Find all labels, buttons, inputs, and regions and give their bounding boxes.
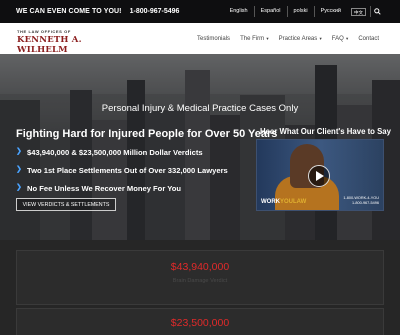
lang-espanol[interactable]: Español (253, 6, 287, 17)
verdict-card[interactable]: $43,940,000 Brain Damage Verdict (16, 250, 384, 305)
chevron-right-icon: ❯ (16, 148, 22, 155)
play-icon[interactable] (308, 165, 330, 187)
verdict-amount: $23,500,000 (170, 317, 230, 329)
lang-english[interactable]: English (224, 6, 254, 17)
menu-practice-areas[interactable]: Practice Areas ▾ (274, 36, 327, 42)
menu-testimonials[interactable]: Testimonials (192, 36, 235, 42)
video-brand: WORKYOULAW (261, 199, 307, 205)
logo-line2: KENNETH A. WILHELM (17, 35, 82, 55)
main-menu: Testimonials The Firm ▾ Practice Areas ▾… (192, 23, 384, 54)
main-header: THE LAW OFFICES OF KENNETH A. WILHELM Te… (0, 23, 400, 58)
chevron-down-icon: ▾ (344, 35, 349, 41)
hero-title: Personal Injury & Medical Practice Cases… (101, 103, 299, 114)
list-item: ❯ Two 1st Place Settlements Out of Over … (16, 165, 228, 175)
top-bar: WE CAN EVEN COME TO YOU! 1-800-967-5496 … (0, 0, 400, 23)
phone-link[interactable]: 1-800-967-5496 (130, 8, 180, 15)
logo-line1: THE LAW OFFICES OF (17, 29, 71, 34)
chevron-right-icon: ❯ (16, 184, 22, 191)
chevron-down-icon: ▾ (265, 35, 269, 41)
menu-contact[interactable]: Contact (353, 36, 384, 42)
promo-text: WE CAN EVEN COME TO YOU! (16, 8, 122, 15)
verdicts-section: $43,940,000 Brain Damage Verdict $23,500… (0, 240, 400, 335)
testimonial-video[interactable]: WORKYOULAW 1-800-WORK-4-YOU 1-800-967-54… (256, 139, 384, 211)
verdict-card[interactable]: $23,500,000 (16, 308, 384, 335)
chevron-down-icon: ▾ (318, 35, 322, 41)
video-phone: 1-800-WORK-4-YOU 1-800-967-5496 (343, 196, 379, 205)
hero-bullets: ❯ $43,940,000 & $23,500,000 Million Doll… (16, 143, 228, 197)
lang-polski[interactable]: polski (286, 6, 314, 17)
verdict-description: Brain Damage Verdict (172, 278, 228, 284)
verdict-amount: $43,940,000 (170, 261, 230, 273)
lang-russian[interactable]: Русский (313, 6, 347, 17)
list-item: ❯ $43,940,000 & $23,500,000 Million Doll… (16, 147, 203, 157)
site-logo[interactable]: THE LAW OFFICES OF KENNETH A. WILHELM (17, 29, 107, 58)
language-switcher: English Español polski Русский 中文 (224, 0, 384, 23)
hero-heading: Fighting Hard for Injured People for Ove… (16, 128, 278, 140)
search-icon[interactable] (370, 6, 384, 17)
view-verdicts-button[interactable]: VIEW VERDICTS & SETTLEMENTS (16, 198, 116, 211)
lang-chinese[interactable]: 中文 (351, 7, 366, 16)
list-item: ❯ No Fee Unless We Recover Money For You (16, 183, 182, 193)
video-title: Hear What Our Client's Have to Say (260, 127, 391, 136)
menu-the-firm[interactable]: The Firm ▾ (235, 36, 274, 42)
chevron-right-icon: ❯ (16, 166, 22, 173)
menu-faq[interactable]: FAQ ▾ (327, 36, 354, 42)
